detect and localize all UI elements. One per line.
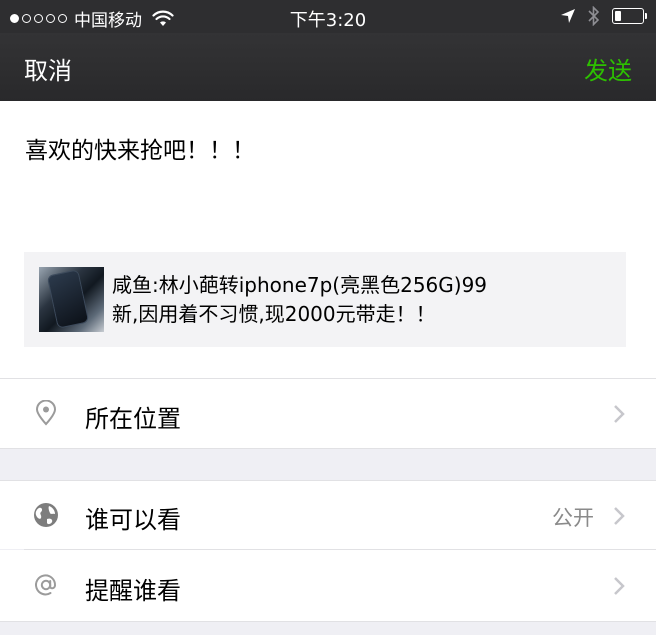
- at-icon: [35, 574, 57, 596]
- remind-row[interactable]: 提醒谁看: [0, 550, 656, 621]
- status-bar: 中国移动 下午3:20: [0, 0, 656, 33]
- battery-icon: [612, 8, 647, 24]
- shared-item-thumbnail: [39, 267, 104, 332]
- visibility-row[interactable]: 谁可以看 公开: [0, 481, 656, 549]
- visibility-value: 公开: [552, 506, 594, 530]
- shared-link-line1: 咸鱼:林小葩转iphone7p(亮黑色256G)99: [112, 273, 488, 297]
- chevron-right-icon: [614, 507, 625, 525]
- location-pin-icon: [35, 400, 57, 426]
- chevron-right-icon: [614, 405, 625, 423]
- location-label: 所在位置: [85, 405, 181, 433]
- visibility-label: 谁可以看: [85, 506, 181, 534]
- shared-link-card[interactable]: 咸鱼:林小葩转iphone7p(亮黑色256G)99 新,因用着不习惯,现200…: [24, 252, 626, 347]
- send-button[interactable]: 发送: [584, 51, 632, 86]
- battery-fill: [615, 11, 621, 21]
- divider: [0, 621, 656, 622]
- chevron-right-icon: [614, 577, 625, 595]
- status-right: [560, 6, 647, 26]
- globe-icon: [34, 503, 58, 527]
- shared-link-line2: 新,因用着不习惯,现2000元带走！！: [112, 302, 436, 326]
- compose-area: 喜欢的快来抢吧！！！ 咸鱼:林小葩转iphone7p(亮黑色256G)99 新,…: [0, 101, 656, 378]
- location-row[interactable]: 所在位置: [0, 379, 656, 448]
- divider: [0, 448, 656, 449]
- remind-label: 提醒谁看: [85, 577, 181, 605]
- shared-link-text: 咸鱼:林小葩转iphone7p(亮黑色256G)99 新,因用着不习惯,现200…: [112, 271, 592, 329]
- navigation-bar: 取消 发送: [0, 33, 656, 101]
- cancel-button[interactable]: 取消: [24, 51, 72, 86]
- location-arrow-icon: [561, 9, 575, 23]
- post-text-input[interactable]: 喜欢的快来抢吧！！！: [25, 131, 255, 165]
- bluetooth-icon: [588, 6, 600, 26]
- phone-image: [47, 270, 89, 328]
- status-time: 下午3:20: [289, 10, 367, 31]
